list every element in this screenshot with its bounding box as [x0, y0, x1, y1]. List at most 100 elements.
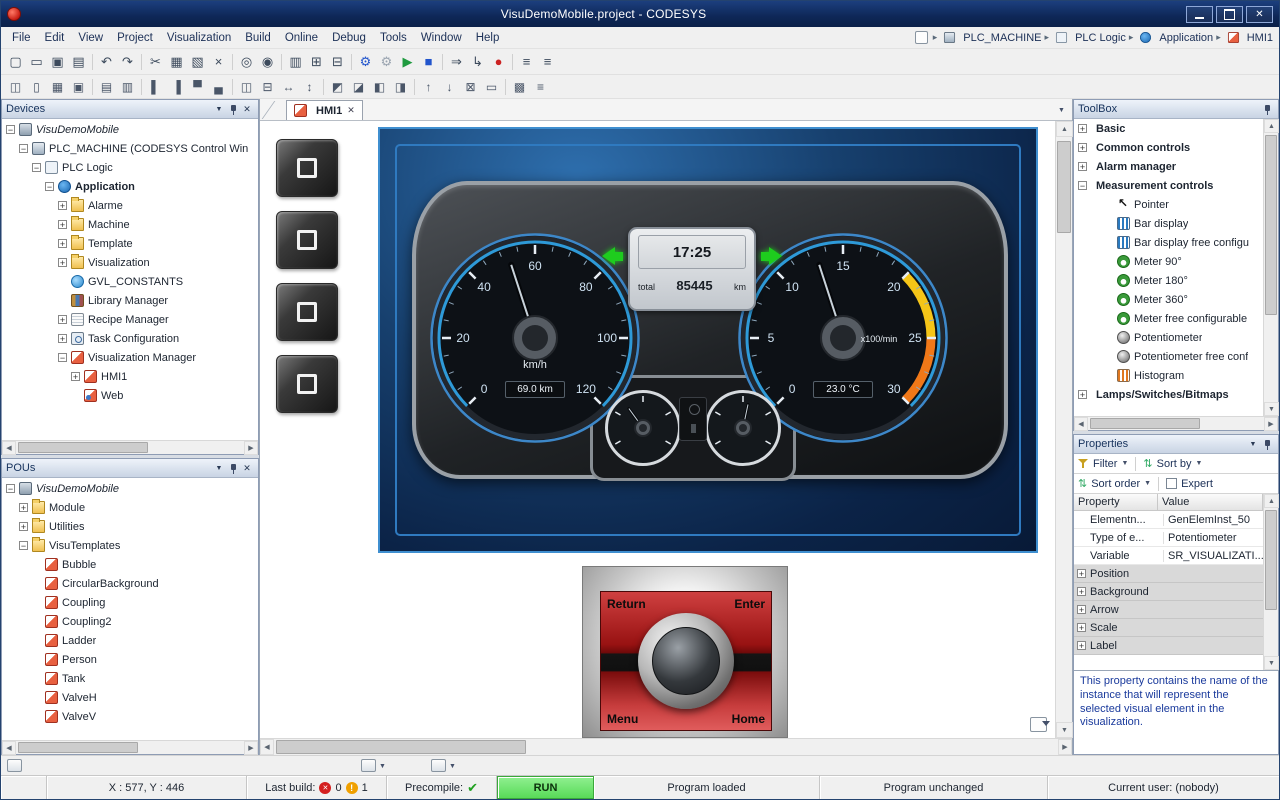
- tree-item[interactable]: Module: [2, 498, 258, 517]
- expander-icon[interactable]: [1077, 623, 1086, 632]
- property-row[interactable]: Background: [1074, 583, 1263, 601]
- scroll-up-icon[interactable]: [1264, 119, 1279, 133]
- panel-menu-icon[interactable]: [212, 103, 226, 116]
- expander-icon[interactable]: [58, 220, 67, 229]
- menu-item[interactable]: Window: [414, 29, 469, 47]
- expander-icon[interactable]: [1077, 569, 1086, 578]
- expander-icon[interactable]: [1104, 238, 1113, 247]
- expander-icon[interactable]: [19, 144, 28, 153]
- toolbar-list[interactable]: ≡: [530, 77, 551, 97]
- save-view[interactable]: ▤: [96, 77, 117, 97]
- toolbox-entry[interactable]: Pointer: [1074, 195, 1263, 214]
- filter-button[interactable]: Filter: [1093, 458, 1117, 470]
- toolbox-entry[interactable]: Meter 90°: [1074, 252, 1263, 271]
- breadcrumb-item[interactable]: PLC_MACHINE: [932, 31, 1042, 44]
- tree-item[interactable]: Tank: [2, 669, 258, 688]
- toolbox-entry[interactable]: Histogram: [1074, 366, 1263, 385]
- separator[interactable]: [138, 77, 145, 97]
- start[interactable]: ▶: [397, 52, 418, 72]
- scroll-up-icon[interactable]: [1056, 121, 1073, 137]
- expander-icon[interactable]: [19, 503, 28, 512]
- property-row[interactable]: Scale: [1074, 619, 1263, 637]
- value-column-header[interactable]: Value: [1158, 494, 1263, 510]
- hmi-soft-button-4[interactable]: [276, 355, 338, 413]
- print[interactable]: ▤: [68, 52, 89, 72]
- chevron-down-icon[interactable]: ▼: [449, 763, 456, 770]
- chevron-down-icon[interactable]: ▼: [1144, 480, 1151, 487]
- control-panel[interactable]: Return Enter Menu Home: [582, 566, 788, 738]
- property-column-header[interactable]: Property: [1074, 494, 1158, 510]
- tree-item[interactable]: Visualization Manager: [2, 348, 258, 367]
- home-button[interactable]: Home: [732, 712, 765, 726]
- lcd-display[interactable]: 17:25 total 85445 km: [628, 227, 756, 311]
- breadcrumb-item[interactable]: Application: [1128, 31, 1213, 44]
- separator[interactable]: [509, 52, 516, 72]
- order-up[interactable]: ↑: [418, 77, 439, 97]
- expander-icon[interactable]: [58, 277, 67, 286]
- chevron-down-icon[interactable]: ▼: [1121, 460, 1128, 467]
- stop[interactable]: ■: [418, 52, 439, 72]
- expander-icon[interactable]: [1104, 276, 1113, 285]
- breadcrumb-item[interactable]: HMI1: [1215, 31, 1273, 44]
- pous-horizontal-scrollbar[interactable]: [2, 740, 258, 754]
- toolbox-entry[interactable]: Potentiometer: [1074, 328, 1263, 347]
- expander-icon[interactable]: [32, 598, 41, 607]
- scroll-left-icon[interactable]: [260, 739, 274, 755]
- select-all[interactable]: ⊠: [460, 77, 481, 97]
- build[interactable]: ⊞: [306, 52, 327, 72]
- expander-icon[interactable]: [1077, 515, 1086, 524]
- separator[interactable]: [278, 52, 285, 72]
- login[interactable]: ⚙: [355, 52, 376, 72]
- expander-icon[interactable]: [1078, 390, 1087, 399]
- expander-icon[interactable]: [32, 636, 41, 645]
- expander-icon[interactable]: [1104, 371, 1113, 380]
- expander-icon[interactable]: [71, 391, 80, 400]
- menu-item[interactable]: Help: [469, 29, 507, 47]
- order-down[interactable]: ↓: [439, 77, 460, 97]
- breadcrumb-item[interactable]: PLC Logic: [1044, 31, 1126, 44]
- tree-item[interactable]: GVL_CONSTANTS: [2, 272, 258, 291]
- align-top[interactable]: ▀: [187, 77, 208, 97]
- align-left[interactable]: ▌: [145, 77, 166, 97]
- tree-item[interactable]: ValveV: [2, 707, 258, 726]
- expander-icon[interactable]: [1077, 641, 1086, 650]
- pin-icon[interactable]: [1260, 438, 1274, 451]
- tree-item[interactable]: Visualization: [2, 253, 258, 272]
- menu-item[interactable]: View: [71, 29, 110, 47]
- chevron-down-icon[interactable]: ▼: [1195, 460, 1202, 467]
- scroll-right-icon[interactable]: [244, 741, 258, 755]
- save-project[interactable]: ▣: [47, 52, 68, 72]
- window-close-button[interactable]: [1246, 6, 1273, 23]
- expander-icon[interactable]: [58, 258, 67, 267]
- toolbox-vertical-scrollbar[interactable]: [1263, 119, 1278, 416]
- sort-by-button[interactable]: Sort by: [1157, 458, 1192, 470]
- expander-icon[interactable]: [1078, 162, 1087, 171]
- sort-order-button[interactable]: Sort order: [1091, 478, 1140, 490]
- menu-item[interactable]: Visualization: [160, 29, 238, 47]
- tree-item[interactable]: Task Configuration: [2, 329, 258, 348]
- expander-icon[interactable]: [32, 579, 41, 588]
- toolbox-entry[interactable]: Potentiometer free conf: [1074, 347, 1263, 366]
- temperature-mini-gauge[interactable]: [705, 390, 781, 469]
- tree-item[interactable]: VisuTemplates: [2, 536, 258, 555]
- toolbox-entry[interactable]: Common controls: [1074, 138, 1263, 157]
- tree-item[interactable]: HMI1: [2, 367, 258, 386]
- separator[interactable]: [89, 52, 96, 72]
- expander-icon[interactable]: [1104, 352, 1113, 361]
- close-icon[interactable]: [240, 103, 254, 116]
- tree-item[interactable]: VisuDemoMobile: [2, 479, 258, 498]
- window-maximize-button[interactable]: [1216, 6, 1243, 23]
- menu-item[interactable]: File: [5, 29, 38, 47]
- messages-panel-icon[interactable]: [361, 759, 376, 772]
- expander-icon[interactable]: [58, 353, 67, 362]
- expander-icon[interactable]: [1104, 257, 1113, 266]
- tab-list-dropdown-icon[interactable]: ▼: [1054, 103, 1069, 117]
- align-center-horizontal[interactable]: ◫: [236, 77, 257, 97]
- expander-icon[interactable]: [32, 655, 41, 664]
- cut[interactable]: ✂: [145, 52, 166, 72]
- view-options[interactable]: ≡: [537, 52, 558, 72]
- tree-item[interactable]: Web: [2, 386, 258, 405]
- toolbox-entry[interactable]: Meter 180°: [1074, 271, 1263, 290]
- property-row[interactable]: Type of e... Potentiometer: [1074, 529, 1263, 547]
- find[interactable]: ◎: [236, 52, 257, 72]
